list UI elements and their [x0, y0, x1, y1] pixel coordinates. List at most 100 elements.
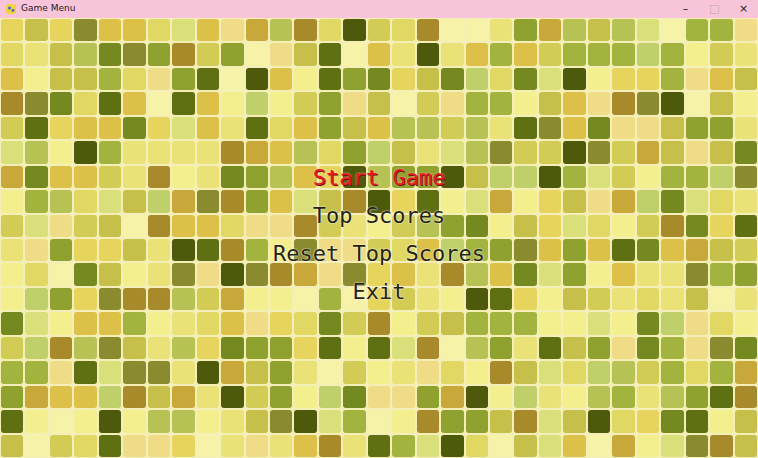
- title-bar: Game Menu–□×: [0, 0, 758, 18]
- tile: [686, 190, 708, 212]
- tile: [392, 117, 414, 139]
- menu-item[interactable]: Reset Top Scores: [267, 235, 491, 273]
- tile: [514, 312, 536, 334]
- tile: [270, 166, 292, 188]
- tile: [392, 361, 414, 383]
- tile: [637, 68, 659, 90]
- tile: [686, 19, 708, 41]
- tile: [197, 288, 219, 310]
- tile: [490, 312, 512, 334]
- tile: [221, 215, 243, 237]
- tile: [588, 117, 610, 139]
- tile: [221, 312, 243, 334]
- tile: [270, 386, 292, 408]
- tile: [172, 288, 194, 310]
- tile: [637, 386, 659, 408]
- tile: [1, 190, 23, 212]
- tile: [294, 43, 316, 65]
- tile: [392, 43, 414, 65]
- tile: [588, 410, 610, 432]
- tile: [197, 190, 219, 212]
- tile: [466, 190, 488, 212]
- minimize-button[interactable]: –: [671, 0, 700, 18]
- tile: [148, 166, 170, 188]
- tile: [588, 361, 610, 383]
- tile: [25, 117, 47, 139]
- tile: [197, 361, 219, 383]
- tile: [686, 410, 708, 432]
- tile: [343, 19, 365, 41]
- tile: [392, 386, 414, 408]
- tile: [466, 410, 488, 432]
- tile: [735, 263, 757, 285]
- tile: [25, 215, 47, 237]
- tile: [539, 288, 561, 310]
- tile: [661, 68, 683, 90]
- tile: [686, 263, 708, 285]
- tile: [172, 410, 194, 432]
- tile: [50, 312, 72, 334]
- tile: [539, 117, 561, 139]
- tile: [661, 263, 683, 285]
- tile: [490, 410, 512, 432]
- tile: [588, 337, 610, 359]
- tile: [735, 117, 757, 139]
- tile: [539, 166, 561, 188]
- tile: [637, 43, 659, 65]
- tile: [539, 19, 561, 41]
- tile: [514, 410, 536, 432]
- menu-item[interactable]: Exit: [347, 273, 412, 311]
- tile: [710, 386, 732, 408]
- tile: [490, 361, 512, 383]
- tile: [661, 43, 683, 65]
- tile: [368, 361, 390, 383]
- menu-stage: Start GameTop ScoresReset Top ScoresExit: [0, 18, 758, 458]
- tile: [514, 337, 536, 359]
- tile: [686, 386, 708, 408]
- tile: [319, 435, 341, 457]
- tile: [343, 410, 365, 432]
- tile: [74, 410, 96, 432]
- tile: [563, 215, 585, 237]
- tile: [588, 190, 610, 212]
- tile: [294, 435, 316, 457]
- tile: [563, 19, 585, 41]
- tile: [563, 361, 585, 383]
- tile: [466, 215, 488, 237]
- tile: [612, 117, 634, 139]
- tile: [514, 141, 536, 163]
- tile: [294, 386, 316, 408]
- menu-item[interactable]: Top Scores: [307, 197, 451, 235]
- tile: [661, 435, 683, 457]
- tile: [710, 312, 732, 334]
- tile: [25, 92, 47, 114]
- tile: [539, 410, 561, 432]
- tile: [514, 166, 536, 188]
- tile: [539, 312, 561, 334]
- tile: [1, 361, 23, 383]
- tile: [74, 43, 96, 65]
- tile: [123, 239, 145, 261]
- tile: [270, 92, 292, 114]
- tile: [588, 141, 610, 163]
- tile: [319, 19, 341, 41]
- tile: [50, 19, 72, 41]
- tile: [612, 288, 634, 310]
- tile: [710, 68, 732, 90]
- tile: [123, 435, 145, 457]
- tile: [514, 435, 536, 457]
- tile: [637, 92, 659, 114]
- tile: [221, 361, 243, 383]
- tile: [50, 337, 72, 359]
- tile: [417, 117, 439, 139]
- tile: [246, 435, 268, 457]
- tile: [368, 92, 390, 114]
- tile: [148, 141, 170, 163]
- menu-item[interactable]: Start Game: [307, 159, 451, 197]
- close-button[interactable]: ×: [729, 0, 758, 18]
- tile: [123, 68, 145, 90]
- tile: [221, 263, 243, 285]
- tile: [466, 19, 488, 41]
- tile: [123, 288, 145, 310]
- tile: [294, 92, 316, 114]
